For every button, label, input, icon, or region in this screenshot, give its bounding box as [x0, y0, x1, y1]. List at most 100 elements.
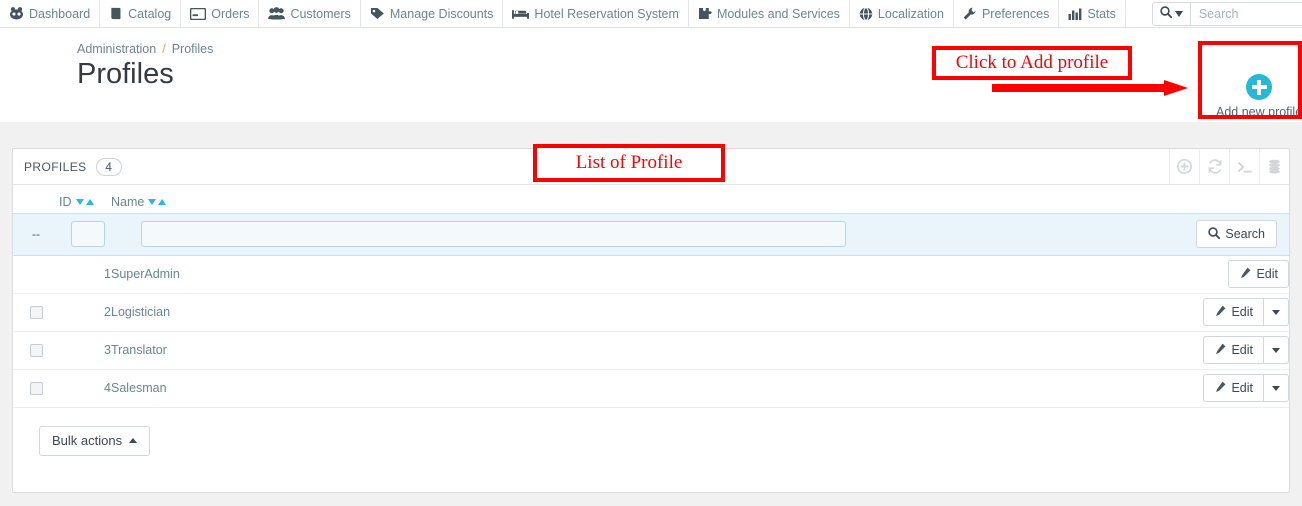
wrench-icon	[963, 7, 977, 21]
filter-id-input[interactable]	[71, 221, 105, 247]
global-search	[1151, 1, 1302, 26]
panel-title: PROFILES	[24, 159, 87, 174]
th-name: Name	[111, 185, 1173, 213]
nav-item-orders[interactable]: Orders	[181, 0, 260, 27]
nav-label: Modules and Services	[716, 6, 840, 21]
filter-id-cell	[59, 212, 111, 256]
nav-label: Hotel Reservation System	[534, 6, 679, 21]
edit-dropdown-toggle[interactable]	[1263, 336, 1289, 364]
bar-chart-icon	[1068, 8, 1082, 20]
bulk-actions-button[interactable]: Bulk actions	[39, 425, 151, 456]
row-checkbox[interactable]	[29, 344, 43, 358]
pencil-icon	[1214, 343, 1226, 358]
filter-row: -- Search	[13, 212, 1289, 256]
edit-dropdown-toggle[interactable]	[1263, 298, 1289, 326]
search-input[interactable]	[1189, 1, 1302, 26]
search-icon	[1160, 6, 1172, 21]
row-id: 2	[59, 293, 111, 332]
edit-button[interactable]: Edit	[1203, 298, 1263, 326]
nav-item-stats[interactable]: Stats	[1059, 0, 1126, 27]
row-checkbox-cell	[13, 255, 59, 294]
table-row[interactable]: 2 Logistician Edit	[13, 293, 1289, 332]
row-checkbox-cell	[13, 293, 59, 332]
filter-name-input[interactable]	[141, 221, 846, 247]
nav-item-manage-discounts[interactable]: Manage Discounts	[361, 0, 504, 27]
sort-id-desc-icon[interactable]	[75, 199, 84, 206]
row-id: 3	[59, 331, 111, 370]
breadcrumb-separator: /	[162, 42, 166, 56]
edit-button-label: Edit	[1256, 267, 1278, 281]
table-row[interactable]: 4 Salesman Edit	[13, 369, 1289, 408]
th-name-label: Name	[111, 194, 145, 209]
edit-button-group: Edit	[1203, 374, 1289, 402]
row-id: 1	[59, 255, 111, 294]
add-new-profile-button[interactable]: Add new profile	[1216, 74, 1302, 119]
chevron-down-icon	[1174, 10, 1183, 17]
edit-dropdown-toggle[interactable]	[1263, 374, 1289, 402]
th-id: ID	[59, 185, 111, 213]
tag-icon	[370, 7, 385, 20]
nav-item-localization[interactable]: Localization	[850, 0, 954, 27]
nav-item-catalog[interactable]: Catalog	[100, 0, 182, 27]
nav-filler	[1126, 0, 1144, 27]
row-name: Translator	[111, 331, 1173, 370]
nav-label: Stats	[1087, 6, 1116, 21]
edit-button[interactable]: Edit	[1203, 374, 1263, 402]
row-name: Salesman	[111, 369, 1173, 408]
th-checkbox	[13, 185, 59, 213]
profile-rows: 1 SuperAdmin Edit 2 Logistician Edit 3 Translat…	[13, 255, 1289, 408]
breadcrumb-parent[interactable]: Administration	[77, 42, 156, 56]
table-head: ID Name	[13, 185, 1289, 213]
table-row[interactable]: 3 Translator Edit	[13, 331, 1289, 370]
row-actions: Edit	[1173, 331, 1289, 370]
nav-item-dashboard[interactable]: Dashboard	[0, 0, 101, 27]
breadcrumb-current: Profiles	[171, 42, 214, 56]
table-row[interactable]: 1 SuperAdmin Edit	[13, 255, 1289, 294]
table-body: -- Search	[13, 212, 1289, 256]
th-actions	[1173, 185, 1289, 213]
pencil-icon	[1214, 381, 1226, 396]
nav-item-preferences[interactable]: Preferences	[954, 0, 1060, 27]
caret-down-icon	[1272, 385, 1280, 391]
sort-name-asc-icon[interactable]	[158, 199, 167, 206]
filter-search-button[interactable]: Search	[1196, 220, 1277, 248]
row-checkbox[interactable]	[29, 382, 43, 396]
edit-button[interactable]: Edit	[1228, 260, 1289, 288]
filter-dashes: --	[13, 212, 59, 256]
breadcrumb: Administration / Profiles	[77, 42, 213, 56]
row-name: SuperAdmin	[111, 255, 1173, 294]
sort-name-desc-icon[interactable]	[148, 199, 157, 206]
bulk-actions-label: Bulk actions	[52, 433, 123, 448]
nav-item-customers[interactable]: Customers	[259, 0, 361, 27]
refresh-icon[interactable]	[1199, 149, 1229, 184]
nav-label: Preferences	[981, 6, 1050, 21]
bulk-actions-area: Bulk actions	[13, 408, 1289, 456]
row-actions: Edit	[1173, 369, 1289, 408]
page-root: Dashboard Catalog Orders Customers Manag	[0, 0, 1302, 506]
console-icon[interactable]	[1229, 149, 1259, 184]
panel-count-badge: 4	[95, 157, 122, 176]
th-id-label: ID	[59, 194, 72, 209]
add-icon[interactable]	[1169, 149, 1199, 184]
sort-id-asc-icon[interactable]	[85, 199, 94, 206]
content-area: PROFILES 4 ID Name -- Search 1 SuperAdmi…	[0, 122, 1302, 506]
globe-icon	[859, 6, 873, 21]
search-scope-dropdown[interactable]	[1151, 1, 1190, 26]
panel-header: PROFILES 4	[13, 149, 1289, 185]
caret-down-icon	[1272, 309, 1280, 315]
edit-button[interactable]: Edit	[1203, 336, 1263, 364]
edit-button-label: Edit	[1231, 381, 1253, 395]
profiles-panel: PROFILES 4 ID Name -- Search 1 SuperAdmi…	[12, 148, 1290, 493]
nav-item-hotel-reservation-system[interactable]: Hotel Reservation System	[503, 0, 689, 27]
pencil-icon	[1214, 305, 1226, 320]
nav-item-modules-and-services[interactable]: Modules and Services	[689, 0, 850, 27]
database-icon[interactable]	[1259, 149, 1289, 184]
search-icon	[1208, 226, 1221, 242]
edit-button-label: Edit	[1231, 305, 1253, 319]
edit-button-label: Edit	[1231, 343, 1253, 357]
filter-name-cell	[111, 212, 1173, 256]
row-checkbox[interactable]	[29, 306, 43, 320]
row-checkbox-cell	[13, 331, 59, 370]
edit-button-group: Edit	[1203, 298, 1289, 326]
top-navigation-bar: Dashboard Catalog Orders Customers Manag	[0, 0, 1302, 28]
